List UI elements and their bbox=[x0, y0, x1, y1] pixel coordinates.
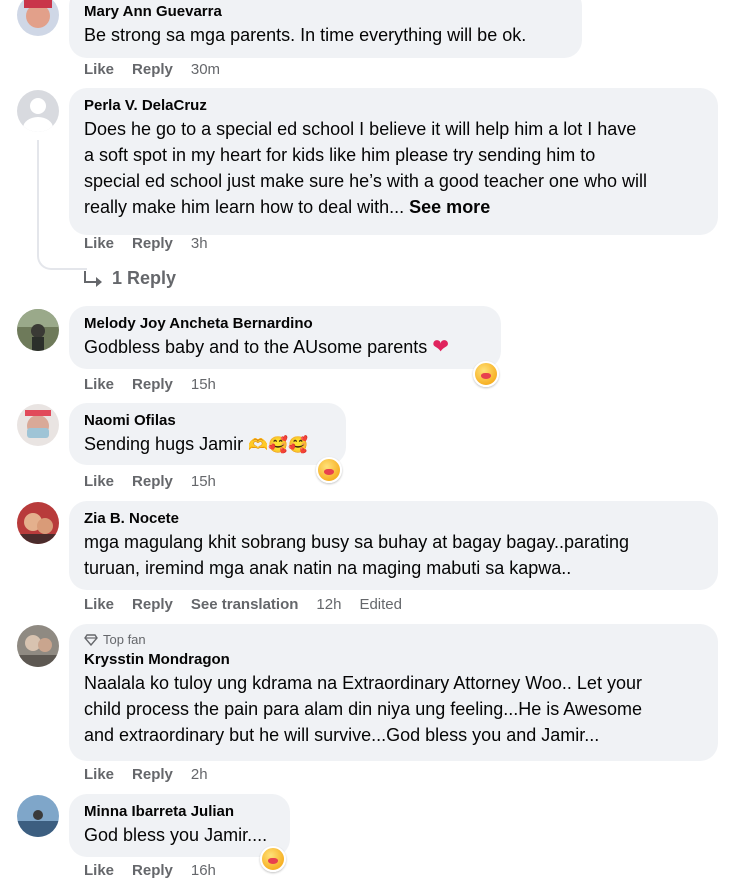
like-button[interactable]: Like bbox=[84, 862, 114, 879]
comment-text-line: child process the pain para alam din niy… bbox=[84, 699, 642, 719]
care-reaction-icon bbox=[260, 846, 286, 872]
comment-actions: Like Reply 15h bbox=[84, 376, 216, 393]
comment-text: really make him learn how to deal with..… bbox=[84, 197, 410, 217]
heart-emoji-icon: ❤ bbox=[432, 336, 449, 358]
like-button[interactable]: Like bbox=[84, 376, 114, 393]
comment-bubble: Minna Ibarreta Julian God bless you Jami… bbox=[69, 794, 290, 857]
top-fan-label: Top fan bbox=[103, 632, 146, 647]
commenter-name[interactable]: Minna Ibarreta Julian bbox=[84, 802, 276, 822]
like-button[interactable]: Like bbox=[84, 235, 114, 252]
edited-label: Edited bbox=[359, 596, 402, 613]
comment-text-line: turuan, iremind mga anak natin na maging… bbox=[84, 558, 572, 578]
comment-actions: Like Reply 30m bbox=[84, 61, 220, 78]
avatar[interactable] bbox=[17, 90, 59, 132]
reactions-summary[interactable] bbox=[316, 457, 342, 483]
reply-button[interactable]: Reply bbox=[132, 862, 173, 879]
avatar[interactable] bbox=[17, 309, 59, 351]
replies-count[interactable]: 1 Reply bbox=[112, 268, 176, 289]
commenter-name[interactable]: Krysstin Mondragon bbox=[84, 650, 704, 670]
comment-actions: Like Reply 2h bbox=[84, 766, 208, 783]
like-button[interactable]: Like bbox=[84, 473, 114, 490]
comment-bubble: Naomi Ofilas Sending hugs Jamir 🫶🥰🥰 bbox=[69, 403, 346, 465]
comment-actions: Like Reply See translation 12h Edited bbox=[84, 596, 402, 613]
avatar[interactable] bbox=[17, 795, 59, 837]
comment-actions: Like Reply 3h bbox=[84, 235, 208, 252]
timestamp[interactable]: 16h bbox=[191, 862, 216, 879]
avatar[interactable] bbox=[17, 502, 59, 544]
comment-bubble: Mary Ann Guevarra Be strong sa mga paren… bbox=[69, 0, 582, 58]
like-button[interactable]: Like bbox=[84, 596, 114, 613]
reply-button[interactable]: Reply bbox=[132, 235, 173, 252]
reply-button[interactable]: Reply bbox=[132, 376, 173, 393]
reply-button[interactable]: Reply bbox=[132, 766, 173, 783]
reply-button[interactable]: Reply bbox=[132, 596, 173, 613]
comment-text-line: really make him learn how to deal with..… bbox=[84, 194, 704, 220]
commenter-name[interactable]: Perla V. DelaCruz bbox=[84, 96, 704, 116]
commenter-name[interactable]: Naomi Ofilas bbox=[84, 411, 332, 431]
reactions-summary[interactable] bbox=[260, 846, 286, 872]
avatar[interactable] bbox=[17, 625, 59, 667]
comment-text: God bless you Jamir.... bbox=[84, 825, 268, 845]
care-reaction-icon bbox=[473, 361, 499, 387]
avatar[interactable] bbox=[17, 0, 59, 36]
commenter-name[interactable]: Mary Ann Guevarra bbox=[84, 2, 568, 22]
comment-text-line: Does he go to a special ed school I beli… bbox=[84, 119, 637, 139]
commenter-name[interactable]: Zia B. Nocete bbox=[84, 509, 704, 529]
timestamp[interactable]: 30m bbox=[191, 61, 220, 78]
comment-text-line: special ed school just make sure he’s wi… bbox=[84, 171, 647, 191]
commenter-name[interactable]: Melody Joy Ancheta Bernardino bbox=[84, 314, 487, 334]
comment-bubble: Perla V. DelaCruz Does he go to a specia… bbox=[69, 88, 718, 235]
like-button[interactable]: Like bbox=[84, 766, 114, 783]
comment-actions: Like Reply 16h bbox=[84, 862, 216, 879]
see-translation-link[interactable]: See translation bbox=[191, 596, 299, 613]
comment-bubble: Top fan Krysstin Mondragon Naalala ko tu… bbox=[69, 624, 718, 761]
reply-arrow-icon bbox=[84, 270, 102, 287]
timestamp[interactable]: 2h bbox=[191, 766, 208, 783]
comment-text-line: mga magulang khit sobrang busy sa buhay … bbox=[84, 532, 630, 552]
see-more-link[interactable]: See more bbox=[409, 197, 490, 217]
timestamp[interactable]: 12h bbox=[316, 596, 341, 613]
comment-text-line: a soft spot in my heart for kids like hi… bbox=[84, 145, 596, 165]
comment-text: Godbless baby and to the AUsome parents bbox=[84, 337, 428, 357]
reply-button[interactable]: Reply bbox=[132, 61, 173, 78]
comment-actions: Like Reply 15h bbox=[84, 473, 216, 490]
view-replies-link[interactable]: 1 Reply bbox=[84, 268, 176, 289]
comment-text: Sending hugs Jamir bbox=[84, 434, 244, 454]
comment-text-line: and extraordinary but he will survive...… bbox=[84, 725, 600, 745]
diamond-icon bbox=[84, 633, 98, 646]
timestamp[interactable]: 3h bbox=[191, 235, 208, 252]
timestamp[interactable]: 15h bbox=[191, 376, 216, 393]
care-reaction-icon bbox=[316, 457, 342, 483]
reply-button[interactable]: Reply bbox=[132, 473, 173, 490]
comment-bubble: Zia B. Nocete mga magulang khit sobrang … bbox=[69, 501, 718, 590]
comment-text-line: Godbless baby and to the AUsome parents … bbox=[84, 334, 487, 360]
heart-hands-emoji-icon: 🫶🥰🥰 bbox=[248, 437, 308, 454]
like-button[interactable]: Like bbox=[84, 61, 114, 78]
timestamp[interactable]: 15h bbox=[191, 473, 216, 490]
comment-bubble: Melody Joy Ancheta Bernardino Godbless b… bbox=[69, 306, 501, 369]
top-fan-badge: Top fan bbox=[84, 632, 704, 647]
comment-text: Be strong sa mga parents. In time everyt… bbox=[84, 25, 527, 45]
comment-text-line: Sending hugs Jamir 🫶🥰🥰 bbox=[84, 431, 332, 459]
reactions-summary[interactable] bbox=[473, 361, 499, 387]
avatar[interactable] bbox=[17, 404, 59, 446]
comment-text-line: Naalala ko tuloy ung kdrama na Extraordi… bbox=[84, 673, 642, 693]
